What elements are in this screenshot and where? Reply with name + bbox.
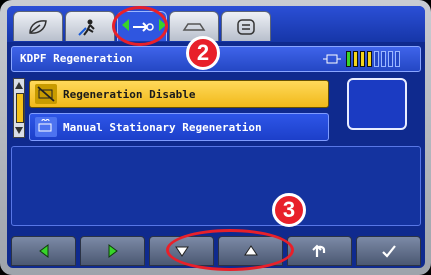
description-panel (11, 146, 421, 226)
scroll-thumb[interactable] (16, 93, 24, 123)
page-title: KDPF Regeneration (20, 52, 133, 65)
scroll-down-icon[interactable] (15, 127, 23, 134)
list-item-label: Manual Stationary Regeneration (63, 120, 262, 134)
tab-menu[interactable] (221, 11, 271, 41)
dpf-level-icon (322, 51, 342, 67)
list-item-manual-stationary-regeneration[interactable]: Manual Stationary Regeneration (29, 113, 329, 141)
tab-bar (7, 6, 425, 42)
manual-regeneration-icon (35, 117, 57, 137)
tab-eco[interactable] (13, 11, 63, 41)
dpf-level-gauge (346, 51, 400, 67)
level-segment (353, 51, 358, 67)
left-button[interactable] (11, 236, 76, 266)
tab-operator[interactable] (65, 11, 115, 41)
level-segment (388, 51, 393, 67)
level-segment (346, 51, 351, 67)
return-icon (311, 244, 325, 257)
truck-icon (182, 22, 206, 31)
level-segment (395, 51, 400, 67)
leaf-icon (29, 19, 47, 34)
return-button[interactable] (287, 236, 352, 266)
regeneration-disable-icon (35, 84, 57, 104)
step-2-badge: 2 (186, 36, 220, 70)
tab-machine[interactable] (169, 11, 219, 41)
level-segment (360, 51, 365, 67)
confirm-button[interactable] (356, 236, 421, 266)
level-segment (381, 51, 386, 67)
tab-highlight-ring (112, 6, 168, 46)
level-segment (374, 51, 379, 67)
step-3-badge: 3 (272, 193, 306, 227)
right-button[interactable] (80, 236, 145, 266)
right-arrow-icon (108, 244, 118, 258)
operator-icon (78, 19, 95, 36)
list-item-regeneration-disable[interactable]: Regeneration Disable (29, 80, 329, 108)
menu-icon (237, 18, 255, 35)
buttons-highlight-ring (166, 229, 294, 271)
scroll-up-icon[interactable] (15, 82, 23, 89)
list-item-label: Regeneration Disable (63, 87, 196, 101)
level-segment (367, 51, 372, 67)
list-scrollbar[interactable] (13, 78, 25, 138)
check-icon (381, 245, 396, 258)
item-preview-box (347, 78, 407, 130)
left-arrow-icon (38, 244, 48, 258)
